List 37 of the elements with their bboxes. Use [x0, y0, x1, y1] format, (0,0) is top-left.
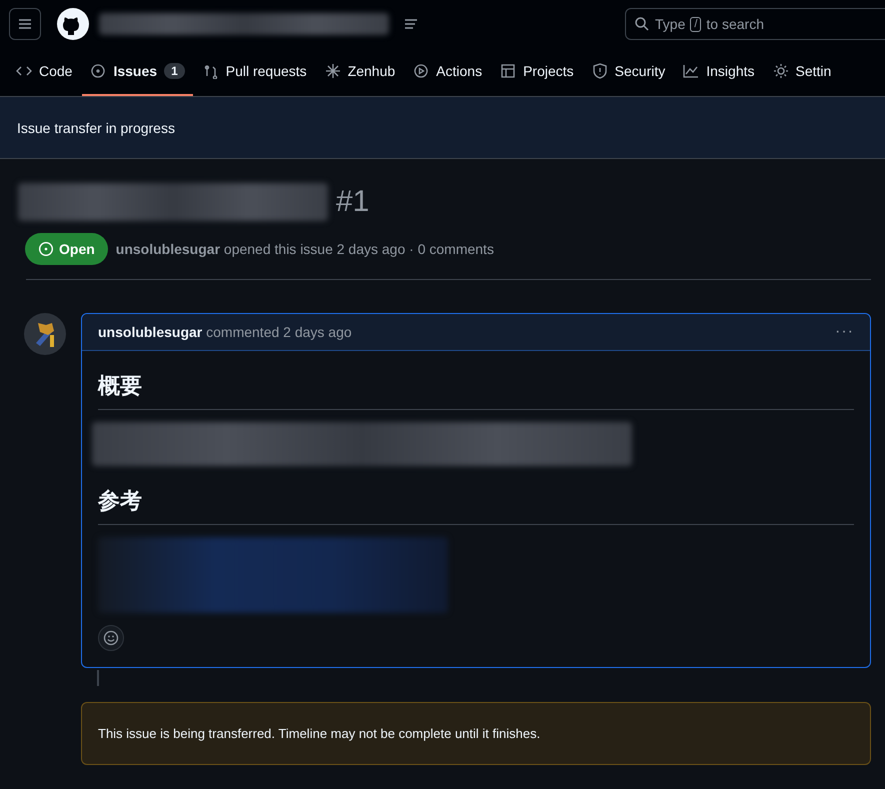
nav-tab[interactable]: Actions [405, 48, 490, 96]
issue-open-icon [38, 241, 54, 257]
issue-meta: unsolublesugar opened this issue 2 days ago · 0 comments [116, 241, 494, 257]
menu-button[interactable] [9, 8, 41, 40]
search-field[interactable]: Type / to search [625, 8, 885, 40]
tab-icon [772, 63, 788, 79]
octocat-logo-icon[interactable] [57, 8, 89, 40]
issue-number: #1 [336, 185, 370, 219]
shortcut-key: / [690, 16, 702, 32]
nav-tab[interactable]: Zenhub [316, 48, 404, 96]
tab-icon [202, 63, 219, 79]
nav-tab[interactable]: Pull requests [194, 48, 315, 96]
nav-tab[interactable]: Security [584, 48, 674, 96]
comment-meta: unsolublesugar commented 2 days ago [98, 324, 352, 340]
counter: 1 [164, 63, 185, 79]
tab-icon [90, 63, 106, 79]
banner-text: Issue transfer in progress [17, 120, 175, 136]
reaction-button[interactable] [98, 625, 124, 651]
avatar[interactable] [24, 313, 66, 355]
nav-tab[interactable]: Projects [492, 48, 582, 96]
tab-icon [683, 63, 700, 79]
tab-icon [324, 63, 341, 79]
nav-tab[interactable]: Insights [675, 48, 762, 96]
tab-icon [500, 63, 516, 79]
smiley-icon [103, 630, 119, 646]
nav-tab[interactable]: Settin [764, 48, 840, 96]
state-label: Open [25, 233, 108, 265]
notice-text: This issue is being transferred. Timeline may not be complete until it finishes. [98, 726, 540, 741]
search-icon [634, 16, 650, 32]
section-heading: 概要 [98, 371, 854, 410]
nav-tab[interactable]: Code [8, 48, 80, 96]
tab-icon [592, 63, 608, 79]
tab-icon [413, 63, 430, 79]
search-placeholder: to search [706, 16, 764, 32]
more-button[interactable]: ··· [835, 323, 854, 341]
search-placeholder: Type [655, 16, 686, 32]
section-heading: 参考 [98, 486, 854, 525]
